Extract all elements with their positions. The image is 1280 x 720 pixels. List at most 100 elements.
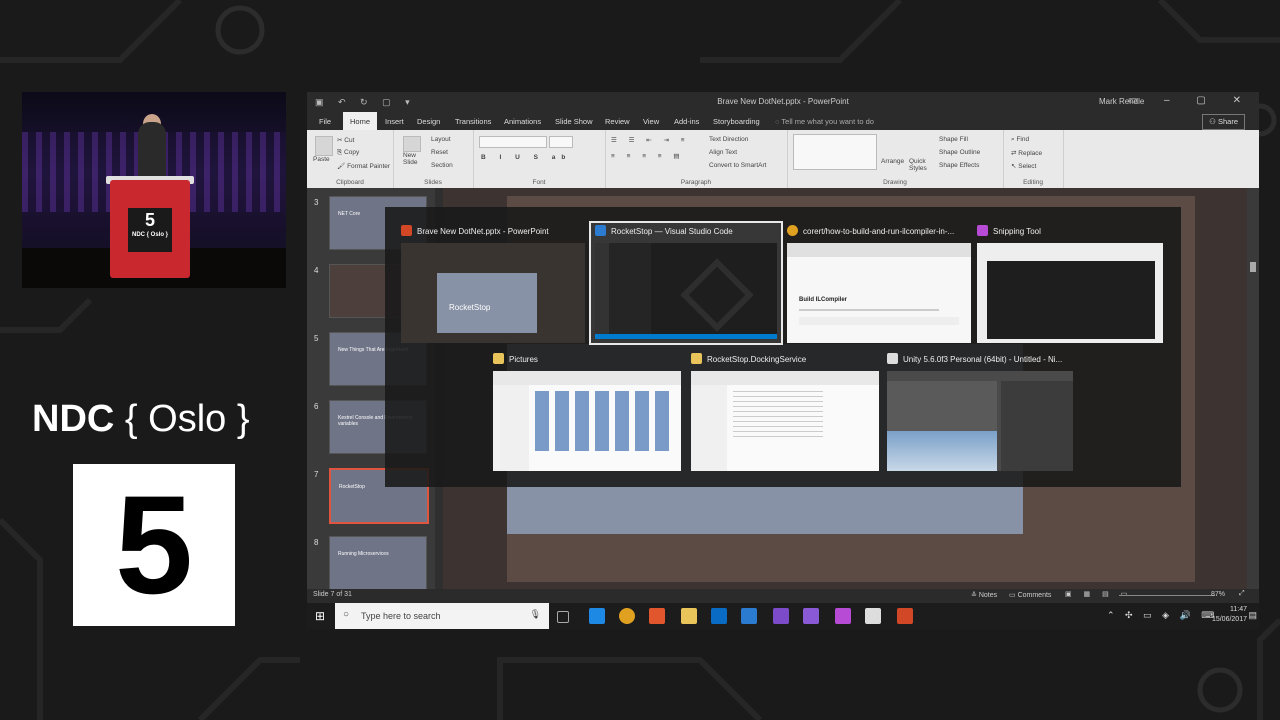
shapes-gallery[interactable] (793, 134, 877, 170)
paste-icon[interactable] (315, 136, 333, 156)
slide-number: 4 (314, 266, 319, 275)
code-block (799, 317, 959, 325)
tab-transitions[interactable]: Transitions (455, 112, 491, 130)
vscode-icon[interactable] (741, 608, 757, 624)
paste-button[interactable]: Paste (313, 156, 330, 163)
share-button[interactable]: ⚇ Share (1202, 114, 1245, 130)
view-buttons[interactable]: ▣ ▦ ▤ ▭ (1065, 590, 1132, 598)
zoom-slider[interactable] (1119, 595, 1215, 596)
font-size-dropdown[interactable] (549, 136, 573, 148)
new-slide-icon[interactable] (403, 136, 421, 152)
outlook-icon[interactable] (711, 608, 727, 624)
explorer-ribbon (493, 371, 681, 385)
section-button[interactable]: Section (431, 162, 453, 169)
slide-number: 7 (314, 470, 319, 479)
zoom-level[interactable]: 87% (1211, 591, 1225, 598)
ribbon: Paste ✂ Cut ⎘ Copy 🖌 Format Painter Clip… (307, 130, 1259, 188)
tab-insert[interactable]: Insert (385, 112, 404, 130)
activity-bar (595, 243, 609, 339)
align-text-button[interactable]: Align Text (709, 149, 737, 156)
switcher-item-vscode[interactable]: RocketStop — Visual Studio Code (589, 221, 783, 345)
slide-thumbnail[interactable]: Running Microservices (329, 536, 427, 590)
switcher-item-unity[interactable]: Unity 5.6.0f3 Personal (64bit) - Untitle… (887, 351, 1073, 473)
task-view-icon[interactable] (557, 611, 569, 623)
folder-icon (691, 353, 702, 364)
switcher-item-docking-service[interactable]: RocketStop.DockingService (691, 351, 879, 473)
podium-badge: 5 NDC { Oslo } (128, 208, 172, 252)
switcher-item-pictures[interactable]: Pictures (493, 351, 681, 473)
tell-me-search[interactable]: ◌ Tell me what you want to do (775, 112, 874, 132)
tab-slide-show[interactable]: Slide Show (555, 112, 593, 130)
switcher-item-snipping-tool[interactable]: Snipping Tool (977, 223, 1163, 345)
find-button[interactable]: ⌕ Find (1011, 136, 1029, 144)
shape-outline-button[interactable]: Shape Outline (939, 149, 980, 156)
switcher-item-label: RocketStop.DockingService (691, 351, 879, 369)
new-slide-button[interactable]: New Slide (403, 152, 425, 166)
window-preview (595, 243, 777, 339)
game-view (887, 431, 997, 471)
preview-slide: RocketStop (437, 273, 537, 333)
replace-label: Replace (1018, 150, 1043, 157)
switcher-item-label: Brave New DotNet.pptx - PowerPoint (401, 223, 585, 241)
window-controls[interactable]: ▭ – ▢ ✕ (1128, 95, 1253, 106)
tab-add-ins[interactable]: Add-ins (674, 112, 699, 130)
unity-icon[interactable] (865, 608, 881, 624)
brave-icon[interactable] (649, 608, 665, 624)
scrollbar-thumb[interactable] (1250, 262, 1256, 272)
font-name-dropdown[interactable] (479, 136, 547, 148)
tab-review[interactable]: Review (605, 112, 630, 130)
quick-styles-button[interactable]: Quick Styles (909, 158, 933, 172)
vscode-icon (595, 225, 606, 236)
align-buttons[interactable]: ≡ ≡ ≡ ≡ ▤ (611, 152, 685, 160)
slide-number: 3 (314, 198, 319, 207)
vertical-scrollbar[interactable] (1247, 188, 1259, 592)
action-center-icon[interactable]: ▤ (1248, 610, 1257, 621)
clock[interactable]: 11:47 15/06/2017 (1212, 605, 1247, 625)
room-number-card: 5 (73, 464, 235, 626)
convert-smartart-button[interactable]: Convert to SmartArt (709, 162, 766, 169)
tab-home[interactable]: Home (343, 112, 378, 130)
comments-button[interactable]: ▭ Comments (1009, 591, 1051, 599)
snipping-tool-icon[interactable] (835, 608, 851, 624)
powerpoint-icon[interactable] (897, 608, 913, 624)
visual-studio-2-icon[interactable] (803, 608, 819, 624)
switcher-item-label: RocketStop — Visual Studio Code (595, 223, 779, 241)
cut-button[interactable]: ✂ Cut (337, 136, 354, 144)
layout-button[interactable]: Layout (431, 136, 451, 143)
fit-slide-icon[interactable]: ⤢ (1239, 590, 1245, 598)
switcher-item-chrome[interactable]: corert/how-to-build-and-run-ilcompiler-i… (787, 223, 971, 345)
tab-storyboarding[interactable]: Storyboarding (713, 112, 760, 130)
font-style-buttons[interactable]: B I U S ab (481, 154, 571, 161)
reset-button[interactable]: Reset (431, 149, 448, 156)
tab-animations[interactable]: Animations (504, 112, 541, 130)
notes-button[interactable]: ≙ Notes (971, 591, 997, 599)
switcher-item-title: Unity 5.6.0f3 Personal (64bit) - Untitle… (903, 355, 1063, 364)
replace-button[interactable]: ⇄ Replace (1011, 149, 1042, 157)
text-direction-button[interactable]: Text Direction (709, 136, 748, 143)
visual-studio-icon[interactable] (773, 608, 789, 624)
tab-file[interactable]: File (319, 112, 331, 130)
microphone-icon[interactable]: 🎙 (530, 609, 541, 620)
taskbar-search-box[interactable]: ○ Type here to search 🎙 (335, 603, 549, 629)
file-explorer-icon[interactable] (681, 608, 697, 624)
tab-design[interactable]: Design (417, 112, 440, 130)
windows-start-icon[interactable]: ⊞ (315, 609, 325, 623)
paragraph-label: Paragraph (680, 179, 712, 186)
folder-icon (493, 353, 504, 364)
edge-icon[interactable] (589, 608, 605, 624)
copy-button[interactable]: ⎘ Copy (337, 149, 359, 157)
switcher-item-powerpoint[interactable]: Brave New DotNet.pptx - PowerPoint Rocke… (401, 223, 585, 345)
select-button[interactable]: ↖ Select (1011, 162, 1036, 170)
list-buttons[interactable]: ☰ ☰ ⇤ ⇥ ≡ (611, 136, 690, 144)
tab-view[interactable]: View (643, 112, 659, 130)
speaker (138, 122, 166, 180)
editing-group: ⌕ Find ⇄ Replace ↖ Select Editing (1003, 130, 1064, 188)
system-tray-icons[interactable]: ⌃ ✣ ▭ ◈ 🔊 ⌨ (1107, 610, 1218, 621)
arrange-button[interactable]: Arrange (881, 158, 904, 165)
format-painter-button[interactable]: 🖌 Format Painter (337, 162, 390, 170)
shape-effects-button[interactable]: Shape Effects (939, 162, 979, 169)
chrome-icon[interactable] (619, 608, 635, 624)
switcher-item-title: RocketStop — Visual Studio Code (611, 227, 733, 236)
format-painter-label: Format Painter (347, 163, 391, 170)
shape-fill-button[interactable]: Shape Fill (939, 136, 968, 143)
